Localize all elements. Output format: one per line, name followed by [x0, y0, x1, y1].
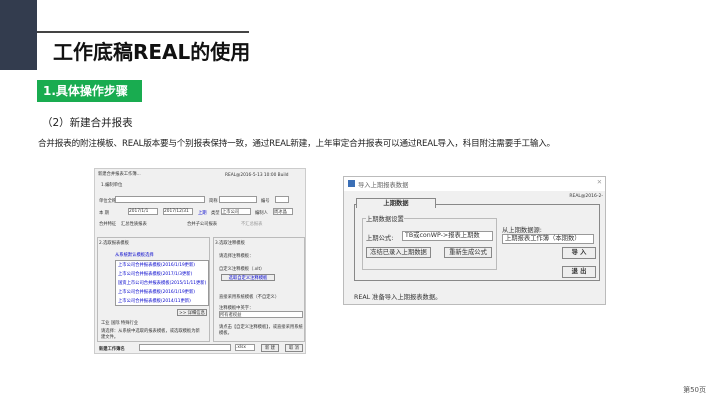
page-title: 工作底稿REAL的使用	[53, 40, 251, 64]
formula-label: 上期公式:	[366, 235, 394, 242]
code-input	[275, 196, 289, 203]
date-to: 2017/12/31	[163, 208, 193, 215]
cancel-button: 取 消	[285, 344, 303, 352]
settings-group-label: 上期数据设置	[366, 214, 404, 223]
source-select: 上期报表工作簿（本期数）	[502, 234, 594, 244]
tab-prior-data: 上期数据	[356, 198, 436, 208]
unit-label: 单位全称	[99, 199, 117, 204]
radio-no-summary: 不汇总报表	[241, 222, 263, 227]
page-number: 第50页	[683, 386, 706, 394]
formula-select: TB或conWP->报表上期数	[402, 231, 493, 241]
code-label: 编号	[261, 199, 270, 204]
short-input	[219, 196, 257, 203]
version-text: REAL@2016-5-13 10:00 Build	[225, 173, 289, 178]
title-rule	[37, 31, 249, 33]
formula-value: TB或conWP->报表上期数	[405, 232, 480, 239]
detail-button: >> 详细信息	[177, 309, 207, 316]
template-item: 国资上市公司合并报表模板(2015/11/11更新)	[118, 281, 207, 286]
new-workbook-dialog-screenshot: 新建合并报表工作簿... REAL@2016-5-13 10:00 Build …	[94, 168, 306, 354]
period-label: 本 期	[99, 211, 109, 216]
extension-value: .xlsx	[236, 345, 246, 350]
filename-label: 新建工作簿名	[99, 347, 125, 352]
choose-note-button: 选取自定义注释模板	[221, 274, 275, 281]
new-button: 新 建	[261, 344, 279, 352]
exit-button: 退 出	[562, 266, 596, 278]
unit-input	[115, 196, 205, 203]
merge-label: 合并特征	[99, 222, 117, 227]
dialog-title: 新建合并报表工作簿...	[98, 172, 141, 177]
tab-unit: 1.编制单位	[101, 183, 123, 188]
freeze-prior-data-button: 冻结已录入上期数据	[366, 247, 431, 258]
prev-button: 上期	[198, 211, 207, 216]
hint-left: 请选择：从系统中选取的报表模板，或选取模板为新建文件。	[101, 329, 200, 340]
date-from-value: 2017/1/1	[129, 209, 149, 214]
type-label: 类型	[211, 211, 220, 216]
source-value: 上期报表工作簿（本期数）	[505, 235, 581, 242]
date-from: 2017/1/1	[128, 208, 158, 215]
template-item: 上市公司合并报表模板(2016/1/19更新)	[118, 290, 195, 295]
preparer-value: 周冰晶	[274, 210, 287, 215]
radio-consolidated: 合并子公司报表	[187, 222, 218, 227]
app-icon	[348, 180, 355, 187]
hint-right: 请点击【自定义注释模板】，或直接采用系统模板。	[219, 325, 303, 336]
template-item: 上市公司合并报表模板(2014/11更新)	[118, 299, 191, 304]
import-button: 导 入	[562, 247, 596, 259]
industry-checkbox: 工业 国际 特殊行业	[101, 321, 139, 326]
settings-group	[362, 218, 497, 270]
filename-input	[139, 344, 231, 351]
decorative-sidebar-block	[0, 0, 37, 70]
subtitle: （2）新建合并报表	[42, 117, 133, 129]
extension-select: .xlsx	[235, 344, 255, 351]
status-text: REAL 准备导入上期报表数据。	[354, 294, 442, 301]
custom-note-radio: 自定义注释模板（.xlt）	[219, 267, 265, 272]
type-value: 上市公司	[222, 210, 240, 215]
type-select: 上市公司	[221, 208, 251, 215]
date-to-value: 2017/12/31	[164, 209, 189, 214]
import-prior-data-dialog-screenshot: 导入上期报表数据 ✕ REAL@2016-2- 上期数据 上期数据设置 上期公式…	[343, 176, 606, 305]
version-text: REAL@2016-2-	[569, 194, 603, 199]
note-version-value: 所有者权益	[220, 313, 242, 318]
regenerate-formula-button: 重新生成公式	[444, 247, 492, 258]
preparer-label: 编制人	[255, 211, 268, 216]
template-item: 上市公司合并报表模板(2016/1/19更新)	[118, 263, 195, 268]
template-item: 上市公司合并报表模板(2017/1/3更新)	[118, 272, 193, 277]
use-system-template-radio: 直接采用系统模板（不自定义）	[219, 295, 280, 300]
description: 合并报表的附注模板、REAL版本要与个别报表保持一致，通过REAL新建，上年审定…	[38, 139, 556, 149]
tab-report-template: 2.选取报表模板	[99, 241, 129, 246]
note-version-input: 所有者权益	[219, 311, 303, 318]
radio-summary: 汇总性质报表	[121, 222, 147, 227]
tab-note-template: 3.选取注释模板	[215, 241, 245, 246]
note-title: 请选择注释模板：	[219, 254, 254, 259]
close-icon: ✕	[596, 179, 602, 186]
dialog-title: 导入上期报表数据	[358, 182, 409, 189]
from-default-option: 从系统默认模板选择	[115, 253, 154, 258]
template-list: 上市公司合并报表模板(2016/1/19更新) 上市公司合并报表模板(2017/…	[115, 260, 209, 306]
short-label: 简称	[209, 199, 218, 204]
preparer-input: 周冰晶	[273, 208, 293, 215]
source-label: 从上期数据源:	[502, 227, 542, 234]
section-badge: 1.具体操作步骤	[37, 80, 142, 102]
